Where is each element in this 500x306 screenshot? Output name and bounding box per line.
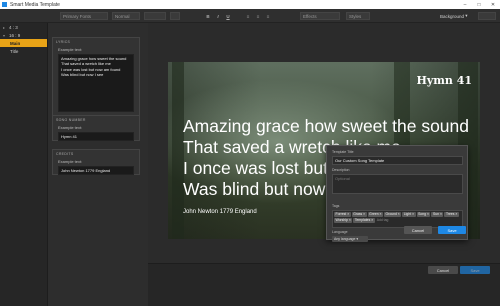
dialog-cancel-button[interactable]: Cancel <box>404 226 432 234</box>
sidebar-item-main[interactable]: Main <box>0 39 47 47</box>
close-button[interactable]: ✕ <box>486 2 500 8</box>
footer-cancel-button[interactable]: Cancel <box>428 266 458 274</box>
format-toolbar: Primary Fonts Normal B I U ≡ ≡ ≡ Effects… <box>0 9 500 23</box>
title-bar: Smart Media Template – □ ✕ <box>0 0 500 9</box>
app-icon <box>2 2 7 7</box>
maximize-button[interactable]: □ <box>472 2 486 8</box>
lyrics-example-text[interactable]: Amazing grace how sweet the sound That s… <box>58 54 134 112</box>
add-tag-input[interactable]: Add tag <box>376 218 389 223</box>
credits-panel: Credits Example text: John Newton 1779 E… <box>52 149 140 176</box>
footer-save-button[interactable]: Save <box>460 266 490 274</box>
template-title-label: Template Title <box>332 150 354 154</box>
tag-chip[interactable]: Light × <box>402 212 416 217</box>
tag-chip[interactable]: Green × <box>367 212 384 217</box>
tag-chip[interactable]: Grass × <box>351 212 367 217</box>
background-color-swatch[interactable] <box>478 12 496 20</box>
effects-dropdown[interactable]: Effects <box>300 12 340 20</box>
tag-chip[interactable]: Trees × <box>444 212 459 217</box>
tag-chip[interactable]: Song × <box>416 212 431 217</box>
italic-button[interactable]: I <box>214 12 222 20</box>
layout-sidebar: ▸ 4 : 3 ▾ 16 : 9 Main Title <box>0 23 48 306</box>
description-label: Description <box>332 168 350 172</box>
tag-chip[interactable]: Worship × <box>334 218 353 223</box>
tags-label: Tags <box>332 204 340 208</box>
tag-chip[interactable]: Ground × <box>384 212 402 217</box>
panel-label: Example text: <box>58 125 83 130</box>
bold-button[interactable]: B <box>204 12 212 20</box>
tag-chip[interactable]: Templates × <box>353 218 375 223</box>
sidebar-item-4-3[interactable]: ▸ 4 : 3 <box>0 23 47 31</box>
text-panels: Lyrics Example text: Amazing grace how s… <box>48 23 148 306</box>
slide-title: Hymn 41 <box>416 74 472 87</box>
credits-example-text[interactable]: John Newton 1779 England <box>58 166 134 176</box>
sidebar-item-16-9[interactable]: ▾ 16 : 9 <box>0 31 47 39</box>
panel-title: Lyrics <box>56 40 71 44</box>
align-right-icon[interactable]: ≡ <box>264 12 272 20</box>
align-left-icon[interactable]: ≡ <box>244 12 252 20</box>
underline-button[interactable]: U <box>224 12 232 20</box>
panel-title: Song number <box>56 118 86 122</box>
language-label: Language <box>332 230 348 234</box>
color-picker[interactable] <box>170 12 180 20</box>
language-select[interactable]: Any language ▾ <box>332 236 368 242</box>
song-number-example-text[interactable]: Hymn 41 <box>58 132 134 142</box>
dialog-save-button[interactable]: Save <box>438 226 466 234</box>
font-family-select[interactable]: Primary Fonts <box>60 12 108 20</box>
song-number-panel: Song number Example text: Hymn 41 <box>52 115 140 142</box>
font-weight-select[interactable]: Normal <box>112 12 140 20</box>
sidebar-item-title[interactable]: Title <box>0 47 47 55</box>
tag-chip[interactable]: Forrest × <box>334 212 351 217</box>
background-dropdown[interactable]: Background ▾ <box>440 12 468 20</box>
template-title-input[interactable]: Our Custom Song Template <box>332 156 463 165</box>
panel-title: Credits <box>56 152 74 156</box>
panel-label: Example text: <box>58 47 83 52</box>
window-title: Smart Media Template <box>10 1 60 8</box>
save-template-dialog: Template Title Our Custom Song Template … <box>326 145 468 242</box>
lyrics-panel: Lyrics Example text: Amazing grace how s… <box>52 37 140 121</box>
tag-chip[interactable]: Sun × <box>431 212 444 217</box>
styles-dropdown[interactable]: Styles <box>346 12 370 20</box>
panel-label: Example text: <box>58 159 83 164</box>
description-input[interactable]: Optional <box>332 174 463 194</box>
align-center-icon[interactable]: ≡ <box>254 12 262 20</box>
minimize-button[interactable]: – <box>458 2 472 8</box>
slide-credit: John Newton 1779 England <box>183 209 257 215</box>
font-size-input[interactable] <box>144 12 166 20</box>
